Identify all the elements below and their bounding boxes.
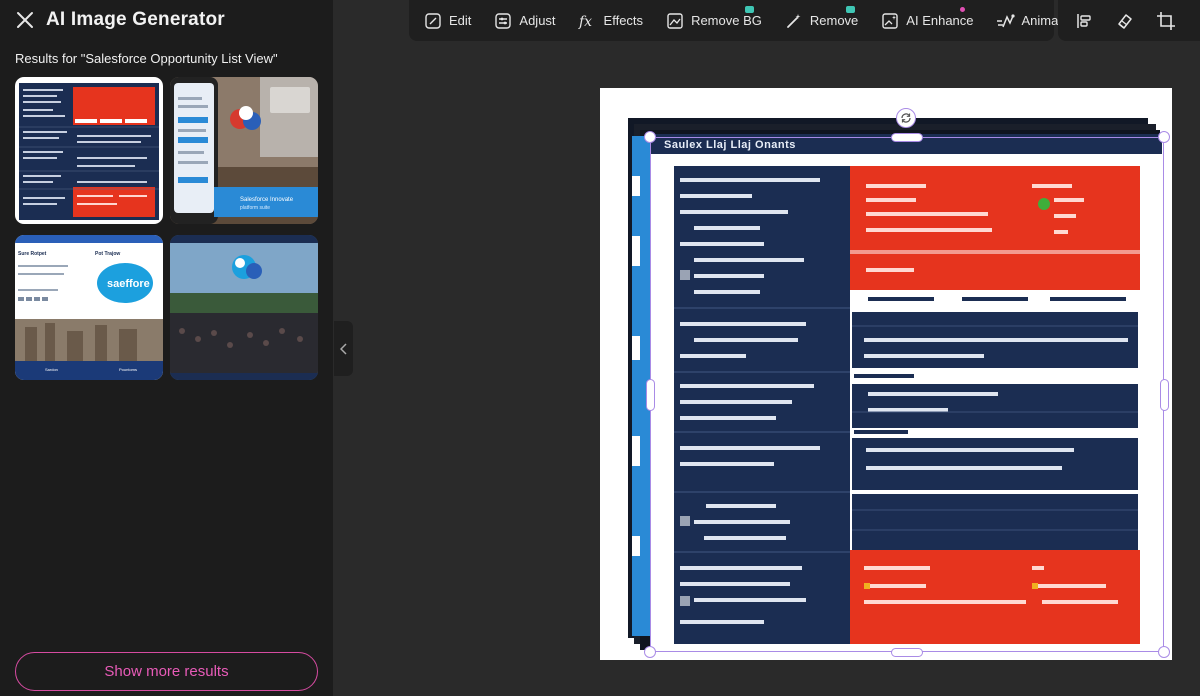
result-thumbnail-2[interactable]: Salesforce Innovate platform suite [170,77,318,224]
resize-handle-bottom-left[interactable] [644,646,656,658]
collapse-panel-handle[interactable] [334,321,353,376]
resize-handle-right[interactable] [1160,379,1169,411]
svg-text:platform suite: platform suite [240,205,270,211]
ai-enhance-tool[interactable]: AI Enhance [880,6,974,36]
edit-tool-label: Edit [449,13,472,28]
editor-app: AI Image Generator Results for "Salesfor… [0,0,1200,696]
notification-dot [960,6,966,12]
resize-handle-top-left[interactable] [644,131,656,143]
resize-handle-bottom-right[interactable] [1158,646,1170,658]
rotate-icon [901,113,911,123]
adjust-tool[interactable]: Adjust [493,6,556,36]
remove-tool[interactable]: Remove [784,5,859,36]
rotate-handle[interactable] [896,108,916,128]
edit-toolbar: Edit Adjust fx Effects Remove BG Remove … [409,0,1079,41]
svg-text:Pountoms: Pountoms [119,367,137,372]
ai-image-generator-panel: AI Image Generator Results for "Salesfor… [0,0,333,696]
remove-bg-tool[interactable]: Remove BG [665,5,762,36]
edit-tool[interactable]: Edit [423,6,471,36]
remove-bg-icon [665,11,685,31]
svg-text:saeffore: saeffore [107,278,150,290]
eraser-icon[interactable] [1113,9,1137,33]
remove-tool-label: Remove [809,13,859,28]
animation-icon [996,11,1016,31]
resize-handle-left[interactable] [646,379,655,411]
adjust-tool-label: Adjust [519,13,556,28]
secondary-toolbar [1058,0,1200,41]
magic-wand-icon [784,11,804,31]
resize-handle-top[interactable] [891,133,923,142]
show-more-results-button[interactable]: Show more results [15,652,318,691]
effects-tool[interactable]: fx Effects [578,6,644,36]
edit-icon [423,11,443,31]
resize-handle-bottom[interactable] [891,648,923,657]
resize-handle-top-right[interactable] [1158,131,1170,143]
svg-text:Sure Rotpet: Sure Rotpet [18,251,47,257]
panel-title: AI Image Generator [46,9,225,30]
new-badge [845,5,855,13]
effects-tool-label: Effects [603,13,644,28]
new-badge [745,5,755,13]
svg-text:Saulex Llaj Llaj Onants: Saulex Llaj Llaj Onants [664,139,796,151]
ai-enhance-icon [880,11,900,31]
fx-icon: fx [578,11,598,31]
result-thumbnail-3[interactable]: Sure Rotpet Pot Trajow saeffore Sardon P… [15,235,163,380]
svg-text:Sardon: Sardon [45,367,58,372]
crop-icon[interactable] [1154,9,1178,33]
ai-enhance-tool-label: AI Enhance [906,13,974,28]
close-icon[interactable] [14,9,36,31]
canvas-image[interactable]: Saulex Llaj Llaj Onants [628,116,1168,656]
remove-bg-tool-label: Remove BG [691,13,762,28]
svg-text:Pot Trajow: Pot Trajow [95,251,120,257]
result-thumbnail-1[interactable] [15,77,163,224]
panel-header: AI Image Generator [14,6,225,34]
svg-text:Salesforce Innovate: Salesforce Innovate [240,197,294,203]
adjust-icon [493,11,513,31]
svg-text:fx: fx [578,14,592,30]
result-thumbnail-4[interactable] [170,235,318,380]
chevron-left-icon [339,342,347,355]
results-label: Results for "Salesforce Opportunity List… [15,51,278,66]
align-icon[interactable] [1072,9,1096,33]
